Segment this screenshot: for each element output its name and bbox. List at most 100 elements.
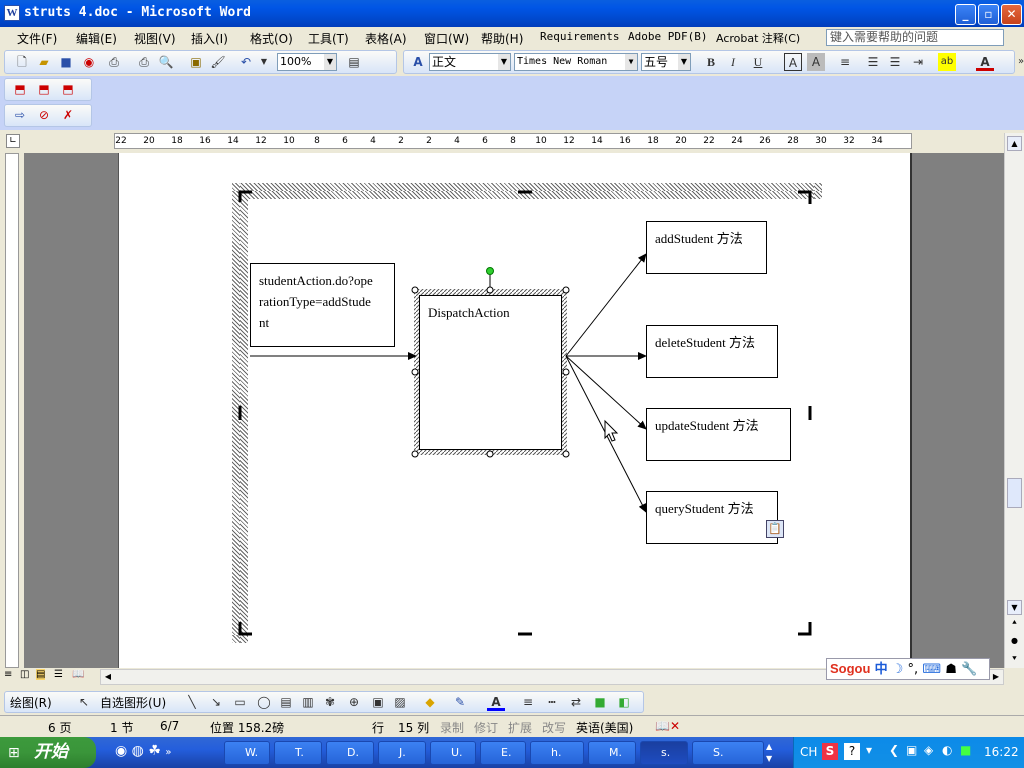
font-color-draw-icon[interactable]: A <box>487 693 505 711</box>
sogou-ime-bar[interactable]: Sogou 中 ☽ °, ⌨ ☗ 🔧 <box>826 658 990 680</box>
volume-icon[interactable]: ◐ <box>942 743 952 757</box>
ime-moon-icon[interactable]: ☽ <box>892 662 904 677</box>
taskbar-item[interactable]: J. <box>378 741 426 765</box>
rectangle-icon[interactable]: ▭ <box>231 693 249 711</box>
target-box-delete[interactable]: deleteStudent 方法 <box>646 325 778 378</box>
network-icon[interactable]: ▣ <box>906 743 917 757</box>
status-bar: 6 页 1 节 6/7 位置 158.2磅 行 15 列 录制 修订 扩展 改写… <box>0 715 1024 737</box>
taskbar-item[interactable]: M. <box>588 741 636 765</box>
quick-launch-firefox-icon[interactable]: ◍ <box>132 743 144 759</box>
line-icon[interactable]: ╲ <box>183 693 201 711</box>
vertical-textbox-icon[interactable]: ▥ <box>299 693 317 711</box>
scroll-up-icon[interactable]: ▲ <box>1007 136 1022 151</box>
tray-expand-icon[interactable]: ▾ <box>866 743 872 757</box>
target-box-query[interactable]: queryStudent 方法 <box>646 491 778 544</box>
target-label: deleteStudent 方法 <box>655 335 756 350</box>
ime-skin-icon[interactable]: ☗ <box>945 662 957 677</box>
scroll-down-icon[interactable]: ▼ <box>1007 600 1022 615</box>
windows-logo-icon: ⊞ <box>8 745 20 761</box>
taskbar-item[interactable]: S. <box>692 741 764 765</box>
select-objects-icon[interactable]: ↖ <box>75 693 93 711</box>
ime-keyboard-icon[interactable]: ⌨ <box>922 662 941 677</box>
previous-page-icon[interactable]: ⯅ <box>1007 618 1022 633</box>
dispatch-action-label: DispatchAction <box>428 305 510 320</box>
shadow-icon[interactable]: ■ <box>591 693 609 711</box>
view-buttons: ≡ ◫ ▤ ☰ 📖 <box>0 669 100 685</box>
taskbar-item[interactable]: h. <box>530 741 584 765</box>
ime-chinese-icon[interactable]: 中 <box>875 662 888 677</box>
security-icon[interactable]: ◈ <box>924 743 933 757</box>
system-tray: CH S ? ▾ ❮ ▣ ◈ ◐ ■ 16:22 <box>793 737 1024 768</box>
quick-launch-more-icon[interactable]: » <box>165 747 171 758</box>
target-box-update[interactable]: updateStudent 方法 <box>646 408 791 461</box>
status-pages: 6/7 <box>160 719 180 733</box>
source-url-box[interactable]: studentAction.do?ope rationType=addStude… <box>250 263 395 347</box>
status-language[interactable]: 英语(美国) <box>576 719 633 736</box>
ime-tools-icon[interactable]: 🔧 <box>961 662 977 677</box>
oval-icon[interactable]: ◯ <box>255 693 273 711</box>
scroll-left-icon[interactable]: ◀ <box>101 670 115 684</box>
reading-view-icon[interactable]: 📖 <box>72 669 84 680</box>
wordart-icon[interactable]: ✾ <box>321 693 339 711</box>
taskbar-item[interactable]: T. <box>274 741 322 765</box>
status-tray-icon[interactable]: ■ <box>960 743 971 757</box>
tray-back-icon[interactable]: ❮ <box>889 743 899 757</box>
3d-icon[interactable]: ◧ <box>615 693 633 711</box>
arrow-icon[interactable]: ↘ <box>207 693 225 711</box>
next-page-icon[interactable]: ⯆ <box>1007 654 1022 669</box>
sogou-logo-icon: Sogou <box>830 661 871 676</box>
taskbar-item[interactable]: D. <box>326 741 374 765</box>
taskbar-item[interactable]: U. <box>430 741 476 765</box>
quick-launch-messenger-icon[interactable]: ☘ <box>148 743 161 759</box>
ime-punct-icon[interactable]: °, <box>908 662 919 677</box>
status-record[interactable]: 录制 <box>440 719 464 736</box>
vertical-scrollbar[interactable]: ▲ ▼ ⯅ ● ⯆ <box>1004 133 1024 668</box>
taskbar-item[interactable]: E. <box>480 741 526 765</box>
fill-color-icon[interactable]: ◆ <box>421 693 439 711</box>
picture-icon[interactable]: ▨ <box>391 693 409 711</box>
status-position: 位置 158.2磅 <box>210 721 285 735</box>
status-overtype[interactable]: 改写 <box>542 719 566 736</box>
clipart-icon[interactable]: ▣ <box>369 693 387 711</box>
outline-view-icon[interactable]: ☰ <box>54 669 63 680</box>
source-url-line: rationType=addStude <box>259 294 371 309</box>
diagram-icon[interactable]: ⊕ <box>345 693 363 711</box>
scroll-right-icon[interactable]: ▶ <box>989 670 1003 684</box>
status-column: 15 列 <box>398 721 430 735</box>
ime-indicator[interactable]: CH <box>800 745 817 759</box>
source-url-line: studentAction.do?ope <box>259 273 373 288</box>
status-line: 行 <box>372 721 385 735</box>
source-url-line: nt <box>259 315 270 330</box>
taskbar-item-active[interactable]: s. <box>640 741 688 765</box>
status-section: 1 节 <box>110 721 134 735</box>
paste-options-icon[interactable]: 📋 <box>766 520 784 538</box>
target-label: addStudent 方法 <box>655 231 743 246</box>
taskbar-item[interactable]: W. <box>224 741 270 765</box>
sogou-tray-icon[interactable]: S <box>822 743 838 760</box>
help-tray-icon[interactable]: ? <box>844 743 860 760</box>
scroll-thumb[interactable] <box>1007 478 1022 508</box>
status-extend[interactable]: 扩展 <box>508 719 532 736</box>
draw-menu[interactable]: 绘图(R) <box>10 694 52 711</box>
dash-style-icon[interactable]: ┅ <box>543 693 561 711</box>
line-style-icon[interactable]: ≡ <box>519 693 537 711</box>
browse-object-icon[interactable]: ● <box>1007 636 1022 651</box>
print-layout-icon[interactable]: ▤ <box>36 669 46 680</box>
taskbar-scroll-icon[interactable]: ▲ ▼ <box>766 741 778 765</box>
arrow-style-icon[interactable]: ⇄ <box>567 693 585 711</box>
spelling-status-icon[interactable]: 📖✕ <box>655 719 680 733</box>
autoshapes-menu[interactable]: 自选图形(U) <box>100 694 166 711</box>
target-label: updateStudent 方法 <box>655 418 759 433</box>
target-box-add[interactable]: addStudent 方法 <box>646 221 767 274</box>
quick-launch: ◉ ◍ ☘ » <box>115 743 215 765</box>
dispatch-action-box[interactable]: DispatchAction <box>419 295 562 450</box>
line-color-icon[interactable]: ✎ <box>451 693 469 711</box>
status-track[interactable]: 修订 <box>474 719 498 736</box>
drawing-toolbar-strip: 绘图(R) ↖ 自选图形(U) ╲ ↘ ▭ ◯ ▤ ▥ ✾ ⊕ ▣ ▨ ◆ ✎ … <box>4 691 644 713</box>
web-view-icon[interactable]: ◫ <box>20 669 29 680</box>
status-page: 6 页 <box>48 721 72 735</box>
normal-view-icon[interactable]: ≡ <box>4 669 12 680</box>
textbox-icon[interactable]: ▤ <box>277 693 295 711</box>
clock[interactable]: 16:22 <box>984 745 1019 759</box>
quick-launch-browser-icon[interactable]: ◉ <box>115 743 127 759</box>
